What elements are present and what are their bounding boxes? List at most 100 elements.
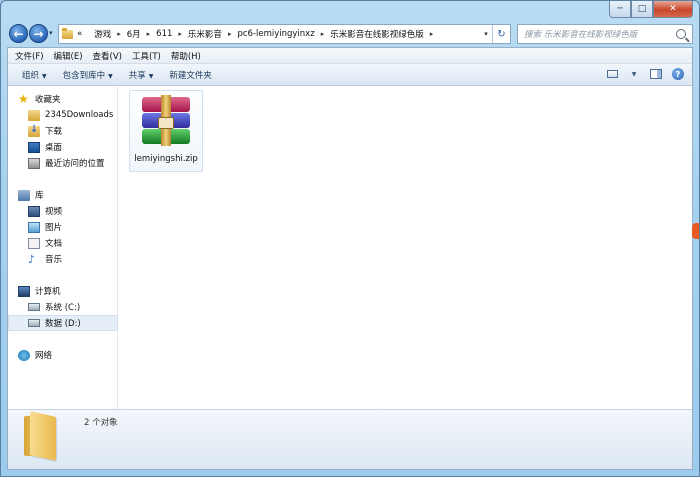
folder-icon <box>28 109 40 121</box>
explorer-window: ─ □ ✕ ← → ▾ « 游戏 ▸ 6月 ▸ 611 ▸ 乐米影音 ▸ pc6… <box>0 0 700 477</box>
file-name: lemiyingshi.zip <box>134 154 198 164</box>
maximize-button[interactable]: □ <box>631 1 653 18</box>
sidebar-item-label: 收藏夹 <box>35 95 61 105</box>
forward-button[interactable]: → <box>29 24 48 43</box>
sidebar-item-label: 视频 <box>45 207 63 217</box>
folder-icon <box>62 27 73 39</box>
help-button[interactable]: ? <box>670 67 686 81</box>
sidebar-item-drive-d[interactable]: 数据 (D:) <box>8 315 118 331</box>
details-pane: 2 个对象 <box>8 409 692 469</box>
content-frame: 文件(F) 编辑(E) 查看(V) 工具(T) 帮助(H) 组织 ▼ 包含到库中 ▼… <box>7 47 693 470</box>
breadcrumb-overflow[interactable]: « <box>77 29 82 39</box>
video-icon <box>28 205 40 217</box>
item-count: 2 个对象 <box>84 418 118 428</box>
breadcrumb-separator[interactable]: ▸ <box>228 30 232 38</box>
breadcrumb-separator[interactable]: ▸ <box>117 30 121 38</box>
file-list[interactable]: lemiyingshi.zip <box>119 87 692 409</box>
caption-buttons: ─ □ ✕ <box>609 1 693 18</box>
sidebar-item-label: 系统 (C:) <box>45 303 81 313</box>
change-view-button[interactable] <box>604 67 620 81</box>
breadcrumb-item[interactable]: 游戏 <box>94 28 111 40</box>
sidebar-item-label: 音乐 <box>45 255 63 265</box>
file-item[interactable]: lemiyingshi.zip <box>129 90 203 172</box>
address-controls: ▾ ↻ <box>480 25 510 43</box>
sidebar-item-label: 2345Downloads <box>45 110 114 120</box>
downloads-icon <box>28 124 40 137</box>
folder-icon <box>24 411 62 461</box>
sidebar-item-libraries[interactable]: 库 <box>18 187 128 203</box>
chevron-down-icon: ▼ <box>42 72 47 80</box>
preview-pane-button[interactable] <box>648 67 664 81</box>
sidebar-item-label: 计算机 <box>35 287 61 297</box>
navigation-row: ← → ▾ « 游戏 ▸ 6月 ▸ 611 ▸ 乐米影音 ▸ pc6-lemiy… <box>7 23 693 45</box>
command-bar: 组织 ▼ 包含到库中 ▼ 共享 ▼ 新建文件夹 ▼ ? <box>8 64 692 86</box>
chevron-down-icon: ▼ <box>108 72 113 80</box>
address-bar[interactable]: « 游戏 ▸ 6月 ▸ 611 ▸ 乐米影音 ▸ pc6-lemiyingyin… <box>58 24 511 44</box>
menu-bar: 文件(F) 编辑(E) 查看(V) 工具(T) 帮助(H) <box>8 48 692 64</box>
address-history-dropdown[interactable]: ▾ <box>480 30 492 38</box>
recent-pages-dropdown[interactable]: ▾ <box>49 29 53 37</box>
search-icon[interactable] <box>676 29 686 39</box>
toolbar-right: ▼ ? <box>604 67 686 81</box>
sidebar-item-label: 文档 <box>45 239 63 249</box>
sidebar-item-label: 下载 <box>45 127 63 137</box>
library-icon <box>18 189 30 201</box>
chevron-down-icon: ▼ <box>148 72 154 80</box>
sidebar-item-label: 数据 (D:) <box>45 319 81 329</box>
archive-buckle <box>158 117 174 129</box>
views-icon <box>606 70 618 78</box>
sidebar-item-label: 图片 <box>45 223 63 233</box>
breadcrumb-item[interactable]: 611 <box>156 29 172 39</box>
folder-front <box>30 411 56 461</box>
sidebar-item-label: 最近访问的位置 <box>45 159 105 169</box>
share-button[interactable]: 共享 ▼ <box>121 69 162 81</box>
breadcrumb-item[interactable]: 6月 <box>127 28 141 40</box>
menu-tools[interactable]: 工具(T) <box>127 50 166 62</box>
sidebar-item-favorites[interactable]: ★ 收藏夹 <box>18 91 128 107</box>
desktop-icon <box>28 141 40 153</box>
winrar-archive-icon <box>136 95 196 147</box>
preview-pane-icon <box>650 69 662 79</box>
sidebar-item-computer[interactable]: 计算机 <box>18 283 128 299</box>
breadcrumb-separator[interactable]: ▸ <box>178 30 182 38</box>
floating-side-tab[interactable] <box>692 223 699 239</box>
computer-icon <box>18 285 30 297</box>
sidebar-item-label: 库 <box>35 191 44 201</box>
sidebar-item-label: 网络 <box>35 351 53 361</box>
organize-label: 组织 <box>22 70 40 81</box>
breadcrumb-separator[interactable]: ▸ <box>321 30 325 38</box>
search-box[interactable]: 搜索 乐米影音在线影视绿色版 <box>517 24 693 44</box>
refresh-icon[interactable]: ↻ <box>492 25 510 43</box>
help-icon: ? <box>672 68 684 80</box>
menu-help[interactable]: 帮助(H) <box>166 50 206 62</box>
breadcrumb-item-current[interactable]: 乐米影音在线影视绿色版 <box>330 28 424 40</box>
share-label: 共享 <box>128 70 146 81</box>
breadcrumb-separator[interactable]: ▸ <box>430 30 434 38</box>
document-icon <box>28 237 40 249</box>
breadcrumb-item[interactable]: 乐米影音 <box>188 28 222 40</box>
navigation-pane: ★ 收藏夹 2345Downloads 下载 桌面 最近访问的位置 库 <box>8 87 118 409</box>
sidebar-item-network[interactable]: 网络 <box>18 347 128 363</box>
view-options-dropdown[interactable]: ▼ <box>626 67 642 81</box>
picture-icon <box>28 221 40 233</box>
hard-drive-icon <box>28 319 40 327</box>
back-button[interactable]: ← <box>9 24 28 43</box>
search-input[interactable]: 搜索 乐米影音在线影视绿色版 <box>524 28 676 40</box>
breadcrumb: « 游戏 ▸ 6月 ▸ 611 ▸ 乐米影音 ▸ pc6-lemiyingyin… <box>77 28 439 40</box>
include-in-library-button[interactable]: 包含到库中 ▼ <box>55 69 121 81</box>
music-icon: ♪ <box>28 252 36 266</box>
star-icon: ★ <box>18 92 29 106</box>
menu-edit[interactable]: 编辑(E) <box>49 50 88 62</box>
network-icon <box>18 349 30 361</box>
recent-places-icon <box>28 157 40 169</box>
close-button[interactable]: ✕ <box>653 1 693 18</box>
menu-view[interactable]: 查看(V) <box>88 50 127 62</box>
breadcrumb-separator[interactable]: ▸ <box>147 30 151 38</box>
menu-file[interactable]: 文件(F) <box>10 50 49 62</box>
breadcrumb-item[interactable]: pc6-lemiyingyinxz <box>237 29 314 39</box>
new-folder-button[interactable]: 新建文件夹 <box>161 69 220 81</box>
sidebar-item-label: 桌面 <box>45 143 63 153</box>
include-in-library-label: 包含到库中 <box>62 70 106 81</box>
organize-button[interactable]: 组织 ▼ <box>14 69 55 81</box>
minimize-button[interactable]: ─ <box>609 1 631 18</box>
